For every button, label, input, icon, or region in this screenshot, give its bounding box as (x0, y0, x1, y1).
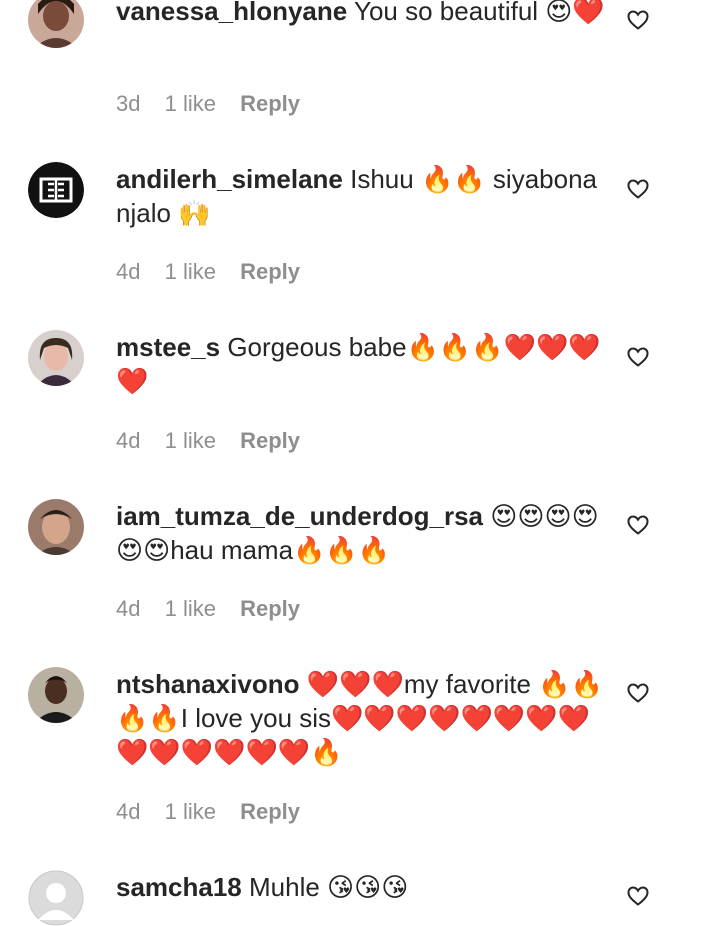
reply-button[interactable]: Reply (240, 799, 300, 824)
heart-icon[interactable] (626, 177, 650, 201)
comment-like-count[interactable]: 1 like (165, 596, 216, 621)
comment-username[interactable]: samcha18 (116, 872, 242, 902)
avatar[interactable] (28, 499, 84, 555)
comment-timestamp: 3d (116, 91, 141, 116)
comment-username[interactable]: ntshanaxivono (116, 669, 299, 699)
comment-username[interactable]: iam_tumza_de_underdog_rsa (116, 501, 483, 531)
reply-button[interactable]: Reply (240, 596, 300, 621)
comment-timestamp: 4d (116, 596, 141, 621)
avatar[interactable] (28, 870, 84, 926)
comment-like-count[interactable]: 1 like (165, 428, 216, 453)
comment-username[interactable]: vanessa_hlonyane (116, 0, 347, 26)
comment-text: You so beautiful 😍❤️ (354, 0, 605, 26)
avatar[interactable] (28, 667, 84, 723)
comment-timestamp: 4d (116, 799, 141, 824)
reply-button[interactable]: Reply (240, 259, 300, 284)
comment-timestamp: 4d (116, 428, 141, 453)
reply-button[interactable]: Reply (240, 91, 300, 116)
heart-icon[interactable] (626, 681, 650, 705)
comment-username[interactable]: mstee_s (116, 332, 220, 362)
avatar[interactable] (28, 330, 84, 386)
heart-icon[interactable] (626, 513, 650, 537)
comment-like-count[interactable]: 1 like (165, 259, 216, 284)
heart-icon[interactable] (626, 345, 650, 369)
reply-button[interactable]: Reply (240, 428, 300, 453)
comment-like-count[interactable]: 1 like (165, 91, 216, 116)
comment-like-count[interactable]: 1 like (165, 799, 216, 824)
avatar[interactable] (28, 162, 84, 218)
avatar[interactable] (28, 0, 84, 48)
comment-username[interactable]: andilerh_simelane (116, 164, 343, 194)
comment-text: Muhle 😘😘😘 (249, 872, 409, 902)
comment-timestamp: 4d (116, 259, 141, 284)
heart-icon[interactable] (626, 8, 650, 32)
heart-icon[interactable] (626, 884, 650, 908)
